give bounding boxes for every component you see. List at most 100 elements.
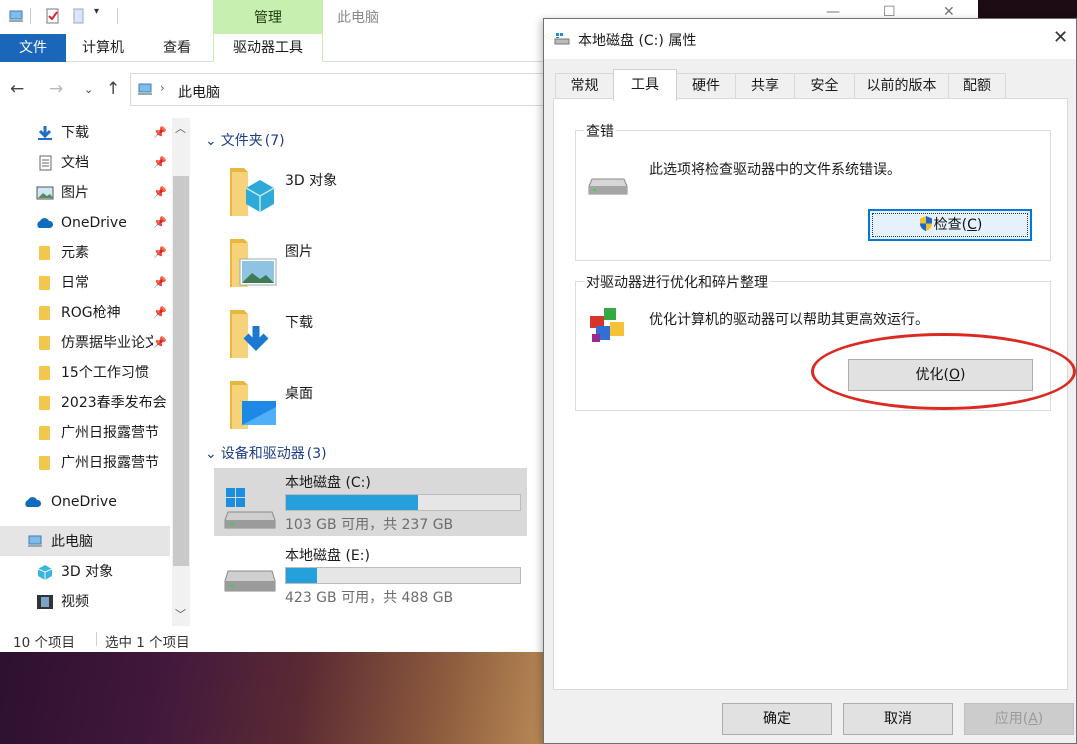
group-label: 设备和驱动器 <box>220 446 305 462</box>
group-collapse-chevron-icon[interactable]: ⌄ <box>205 446 217 462</box>
pin-icon[interactable]: 📌 <box>153 328 167 358</box>
nav-item-documents[interactable]: 文档 📌 <box>0 148 170 178</box>
nav-item-onedrive[interactable]: OneDrive <box>0 487 170 517</box>
drive-item-c[interactable]: 本地磁盘 (C:) 103 GB 可用，共 237 GB <box>214 468 527 536</box>
tab-computer[interactable]: 计算机 <box>82 34 124 62</box>
hard-drive-icon <box>588 178 628 195</box>
nav-item-label: 仿票据毕业论文 <box>61 335 153 351</box>
folder-name: 3D 对象 <box>285 173 338 189</box>
group-collapse-chevron-icon[interactable]: ⌄ <box>205 133 217 149</box>
drive-free-space: 423 GB 可用，共 488 GB <box>285 590 454 606</box>
computer-icon[interactable] <box>8 8 24 24</box>
drive-usage-bar <box>285 494 521 511</box>
nav-item-folder[interactable]: 15个工作习惯 <box>0 358 170 388</box>
address-box[interactable]: › 此电脑 <box>130 73 545 106</box>
nav-scrollbar-thumb[interactable] <box>173 176 189 566</box>
drive-item-e[interactable]: 本地磁盘 (E:) 423 GB 可用，共 488 GB <box>214 541 527 609</box>
pin-icon[interactable]: 📌 <box>153 148 167 178</box>
drive-name: 本地磁盘 (E:) <box>285 548 370 564</box>
window-title: 此电脑 <box>337 10 379 26</box>
drive-name: 本地磁盘 (C:) <box>285 475 371 491</box>
breadcrumb-this-pc[interactable]: 此电脑 <box>178 82 220 102</box>
pin-icon[interactable]: 📌 <box>153 178 167 208</box>
nav-item-folder[interactable]: 仿票据毕业论文 📌 <box>0 328 170 358</box>
drive-usage-fill <box>286 568 318 583</box>
dialog-title: 本地磁盘 (C:) 属性 <box>578 33 697 49</box>
nav-item-label: 广州日报露营节 <box>61 455 159 471</box>
downloads-folder-icon <box>230 310 269 358</box>
back-arrow-icon[interactable]: ← <box>10 79 24 99</box>
pin-icon[interactable]: 📌 <box>153 268 167 298</box>
folder-item-downloads[interactable]: 下载 <box>226 306 526 368</box>
tab-tools[interactable]: 工具 <box>613 69 677 101</box>
tab-previous-versions[interactable]: 以前的版本 <box>854 73 949 100</box>
recent-locations-icon[interactable]: ⌄ <box>84 83 93 96</box>
optimize-group: 对驱动器进行优化和碎片整理 优化计算机的驱动器可以帮助其更高效运行。 优化(O) <box>575 272 1051 411</box>
nav-item-downloads[interactable]: 下载 📌 <box>0 118 170 148</box>
folders-group-header[interactable]: ⌄ 文件夹 (7) <box>205 130 285 150</box>
file-tab[interactable]: 文件 <box>0 34 66 62</box>
pin-icon[interactable]: 📌 <box>153 298 167 328</box>
nav-item-3d-objects[interactable]: 3D 对象 <box>0 557 170 587</box>
error-check-group: 查错 此选项将检查驱动器中的文件系统错误。 检查(C) <box>575 121 1051 261</box>
quick-access-toolbar: ▾ 管理 此电脑 — ☐ ✕ <box>0 0 955 34</box>
optimize-button[interactable]: 优化(O) <box>848 359 1033 391</box>
ok-button[interactable]: 确定 <box>722 703 832 735</box>
devices-group-header[interactable]: ⌄ 设备和驱动器 (3) <box>205 443 327 463</box>
nav-item-folder[interactable]: 广州日报露营节 <box>0 448 170 478</box>
folder-icon <box>39 426 50 440</box>
3d-cube-icon <box>37 565 53 580</box>
ribbon-tabs: 文件 计算机 查看 驱动器工具 <box>0 34 545 62</box>
check-button-label-end: ) <box>976 217 983 233</box>
new-folder-icon[interactable] <box>71 8 87 24</box>
apply-button-label: 应用( <box>994 711 1029 727</box>
tab-general[interactable]: 常规 <box>555 73 614 100</box>
scroll-up-arrow-icon[interactable]: ︿ <box>175 120 186 136</box>
computer-icon <box>28 535 42 547</box>
folder-item-pictures[interactable]: 图片 <box>226 235 526 297</box>
apply-button[interactable]: 应用(A) <box>964 703 1074 735</box>
properties-icon[interactable] <box>45 8 61 24</box>
nav-item-folder[interactable]: 2023春季发布会 <box>0 388 170 418</box>
nav-item-folder[interactable]: 广州日报露营节 <box>0 418 170 448</box>
pin-icon[interactable]: 📌 <box>153 208 167 238</box>
manage-context-tab[interactable]: 管理 <box>213 0 323 34</box>
scroll-down-arrow-icon[interactable]: ﹀ <box>175 606 186 622</box>
dialog-close-icon[interactable]: ✕ <box>1053 27 1068 48</box>
folder-icon <box>39 336 50 350</box>
tab-sharing[interactable]: 共享 <box>735 73 795 100</box>
nav-item-label: OneDrive <box>51 494 117 510</box>
hard-drive-icon <box>224 570 276 592</box>
nav-item-videos[interactable]: 视频 <box>0 587 170 617</box>
folder-item-3d-objects[interactable]: 3D 对象 <box>226 164 526 226</box>
nav-item-label: 15个工作习惯 <box>61 365 149 381</box>
nav-item-folder[interactable]: 日常 📌 <box>0 268 170 298</box>
3d-objects-folder-icon <box>230 168 275 216</box>
tab-quota[interactable]: 配额 <box>948 73 1006 100</box>
cancel-button[interactable]: 取消 <box>843 703 953 735</box>
drive-usage-fill <box>286 495 419 510</box>
tab-security[interactable]: 安全 <box>794 73 855 100</box>
nav-item-onedrive-pinned[interactable]: OneDrive 📌 <box>0 208 170 238</box>
nav-item-pictures[interactable]: 图片 📌 <box>0 178 170 208</box>
tab-view[interactable]: 查看 <box>163 34 191 62</box>
toolbar-divider <box>30 8 31 24</box>
access-key: A <box>1028 711 1038 727</box>
check-button[interactable]: 检查(C) <box>868 209 1032 241</box>
drive-free-space: 103 GB 可用，共 237 GB <box>285 517 454 533</box>
nav-item-this-pc[interactable]: 此电脑 <box>0 527 170 557</box>
nav-item-label: 2023春季发布会 <box>61 395 167 411</box>
nav-item-folder[interactable]: 元素 📌 <box>0 238 170 268</box>
tab-hardware[interactable]: 硬件 <box>676 73 736 100</box>
optimize-button-label-end: ) <box>960 367 966 383</box>
toolbar-divider <box>117 8 118 24</box>
pin-icon[interactable]: 📌 <box>153 118 167 148</box>
tab-drive-tools[interactable]: 驱动器工具 <box>213 34 323 62</box>
folder-item-desktop[interactable]: 桌面 <box>226 377 526 439</box>
customize-toolbar-icon[interactable]: ▾ <box>94 6 110 22</box>
nav-item-folder[interactable]: ROG枪神 📌 <box>0 298 170 328</box>
pin-icon[interactable]: 📌 <box>153 238 167 268</box>
pictures-folder-icon <box>230 239 277 287</box>
forward-arrow-icon[interactable]: → <box>49 79 63 99</box>
up-arrow-icon[interactable]: ↑ <box>106 79 120 99</box>
